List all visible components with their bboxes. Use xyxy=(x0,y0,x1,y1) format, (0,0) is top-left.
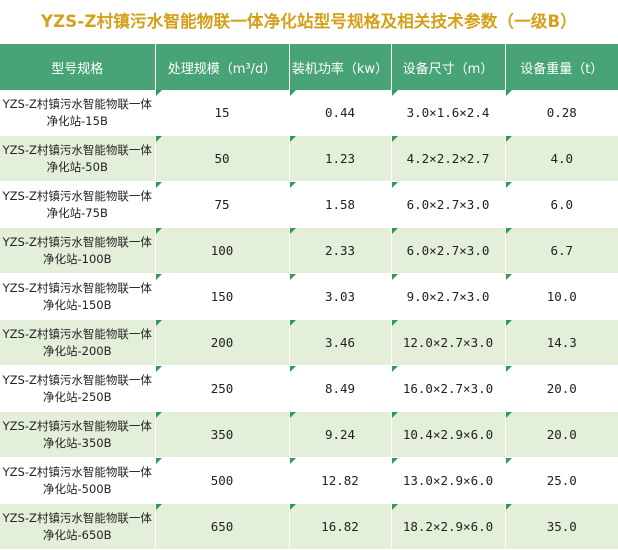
table-row: YZS-Z村镇污水智能物联一体净化站-650B 650 16.82 18.2×2… xyxy=(0,503,618,550)
cell-power: 12.82 xyxy=(289,457,392,504)
cell-weight: 14.3 xyxy=(505,319,618,366)
cell-size: 4.2×2.2×2.7 xyxy=(391,135,506,182)
cell-power: 1.23 xyxy=(289,135,392,182)
cell-model: YZS-Z村镇污水智能物联一体净化站-250B xyxy=(0,365,156,412)
cell-capacity: 200 xyxy=(155,319,290,366)
cell-size: 6.0×2.7×3.0 xyxy=(391,181,506,228)
cell-model: YZS-Z村镇污水智能物联一体净化站-500B xyxy=(0,457,156,504)
cell-power: 3.46 xyxy=(289,319,392,366)
header-power: 装机功率（kw） xyxy=(289,44,392,90)
table-row: YZS-Z村镇污水智能物联一体净化站-75B 75 1.58 6.0×2.7×3… xyxy=(0,181,618,228)
cell-model: YZS-Z村镇污水智能物联一体净化站-15B xyxy=(0,90,156,136)
cell-model: YZS-Z村镇污水智能物联一体净化站-350B xyxy=(0,411,156,458)
cell-capacity: 75 xyxy=(155,181,290,228)
table-row: YZS-Z村镇污水智能物联一体净化站-15B 15 0.44 3.0×1.6×2… xyxy=(0,90,618,136)
cell-weight: 20.0 xyxy=(505,411,618,458)
cell-size: 16.0×2.7×3.0 xyxy=(391,365,506,412)
cell-weight: 35.0 xyxy=(505,503,618,550)
header-capacity: 处理规模（m³/d） xyxy=(155,44,290,90)
cell-size: 10.4×2.9×6.0 xyxy=(391,411,506,458)
table-row: YZS-Z村镇污水智能物联一体净化站-350B 350 9.24 10.4×2.… xyxy=(0,411,618,458)
cell-weight: 6.7 xyxy=(505,227,618,274)
cell-weight: 10.0 xyxy=(505,273,618,320)
cell-size: 13.0×2.9×6.0 xyxy=(391,457,506,504)
cell-model: YZS-Z村镇污水智能物联一体净化站-50B xyxy=(0,135,156,182)
cell-size: 6.0×2.7×3.0 xyxy=(391,227,506,274)
table-row: YZS-Z村镇污水智能物联一体净化站-200B 200 3.46 12.0×2.… xyxy=(0,319,618,366)
page-title: YZS-Z村镇污水智能物联一体净化站型号规格及相关技术参数（一级B） xyxy=(41,12,577,31)
spec-table: 型号规格 处理规模（m³/d） 装机功率（kw） 设备尺寸（m） 设备重量（t）… xyxy=(0,44,618,550)
cell-capacity: 100 xyxy=(155,227,290,274)
cell-model: YZS-Z村镇污水智能物联一体净化站-650B xyxy=(0,503,156,550)
cell-model: YZS-Z村镇污水智能物联一体净化站-75B xyxy=(0,181,156,228)
table-row: YZS-Z村镇污水智能物联一体净化站-50B 50 1.23 4.2×2.2×2… xyxy=(0,135,618,182)
cell-power: 8.49 xyxy=(289,365,392,412)
cell-power: 9.24 xyxy=(289,411,392,458)
cell-power: 2.33 xyxy=(289,227,392,274)
cell-weight: 6.0 xyxy=(505,181,618,228)
cell-capacity: 15 xyxy=(155,90,290,136)
header-model: 型号规格 xyxy=(0,44,156,90)
cell-model: YZS-Z村镇污水智能物联一体净化站-150B xyxy=(0,273,156,320)
header-weight: 设备重量（t） xyxy=(505,44,618,90)
cell-model: YZS-Z村镇污水智能物联一体净化站-200B xyxy=(0,319,156,366)
table-row: YZS-Z村镇污水智能物联一体净化站-150B 150 3.03 9.0×2.7… xyxy=(0,273,618,320)
header-size: 设备尺寸（m） xyxy=(391,44,506,90)
cell-weight: 20.0 xyxy=(505,365,618,412)
cell-size: 12.0×2.7×3.0 xyxy=(391,319,506,366)
cell-power: 0.44 xyxy=(289,90,392,136)
cell-size: 9.0×2.7×3.0 xyxy=(391,273,506,320)
cell-capacity: 250 xyxy=(155,365,290,412)
cell-power: 16.82 xyxy=(289,503,392,550)
table-header-row: 型号规格 处理规模（m³/d） 装机功率（kw） 设备尺寸（m） 设备重量（t） xyxy=(0,44,618,90)
cell-weight: 4.0 xyxy=(505,135,618,182)
cell-capacity: 350 xyxy=(155,411,290,458)
cell-size: 3.0×1.6×2.4 xyxy=(391,90,506,136)
table-row: YZS-Z村镇污水智能物联一体净化站-500B 500 12.82 13.0×2… xyxy=(0,457,618,504)
cell-capacity: 150 xyxy=(155,273,290,320)
cell-capacity: 500 xyxy=(155,457,290,504)
cell-size: 18.2×2.9×6.0 xyxy=(391,503,506,550)
cell-power: 3.03 xyxy=(289,273,392,320)
cell-model: YZS-Z村镇污水智能物联一体净化站-100B xyxy=(0,227,156,274)
table-row: YZS-Z村镇污水智能物联一体净化站-100B 100 2.33 6.0×2.7… xyxy=(0,227,618,274)
table-row: YZS-Z村镇污水智能物联一体净化站-250B 250 8.49 16.0×2.… xyxy=(0,365,618,412)
cell-power: 1.58 xyxy=(289,181,392,228)
cell-weight: 0.28 xyxy=(505,90,618,136)
cell-capacity: 50 xyxy=(155,135,290,182)
cell-capacity: 650 xyxy=(155,503,290,550)
cell-weight: 25.0 xyxy=(505,457,618,504)
